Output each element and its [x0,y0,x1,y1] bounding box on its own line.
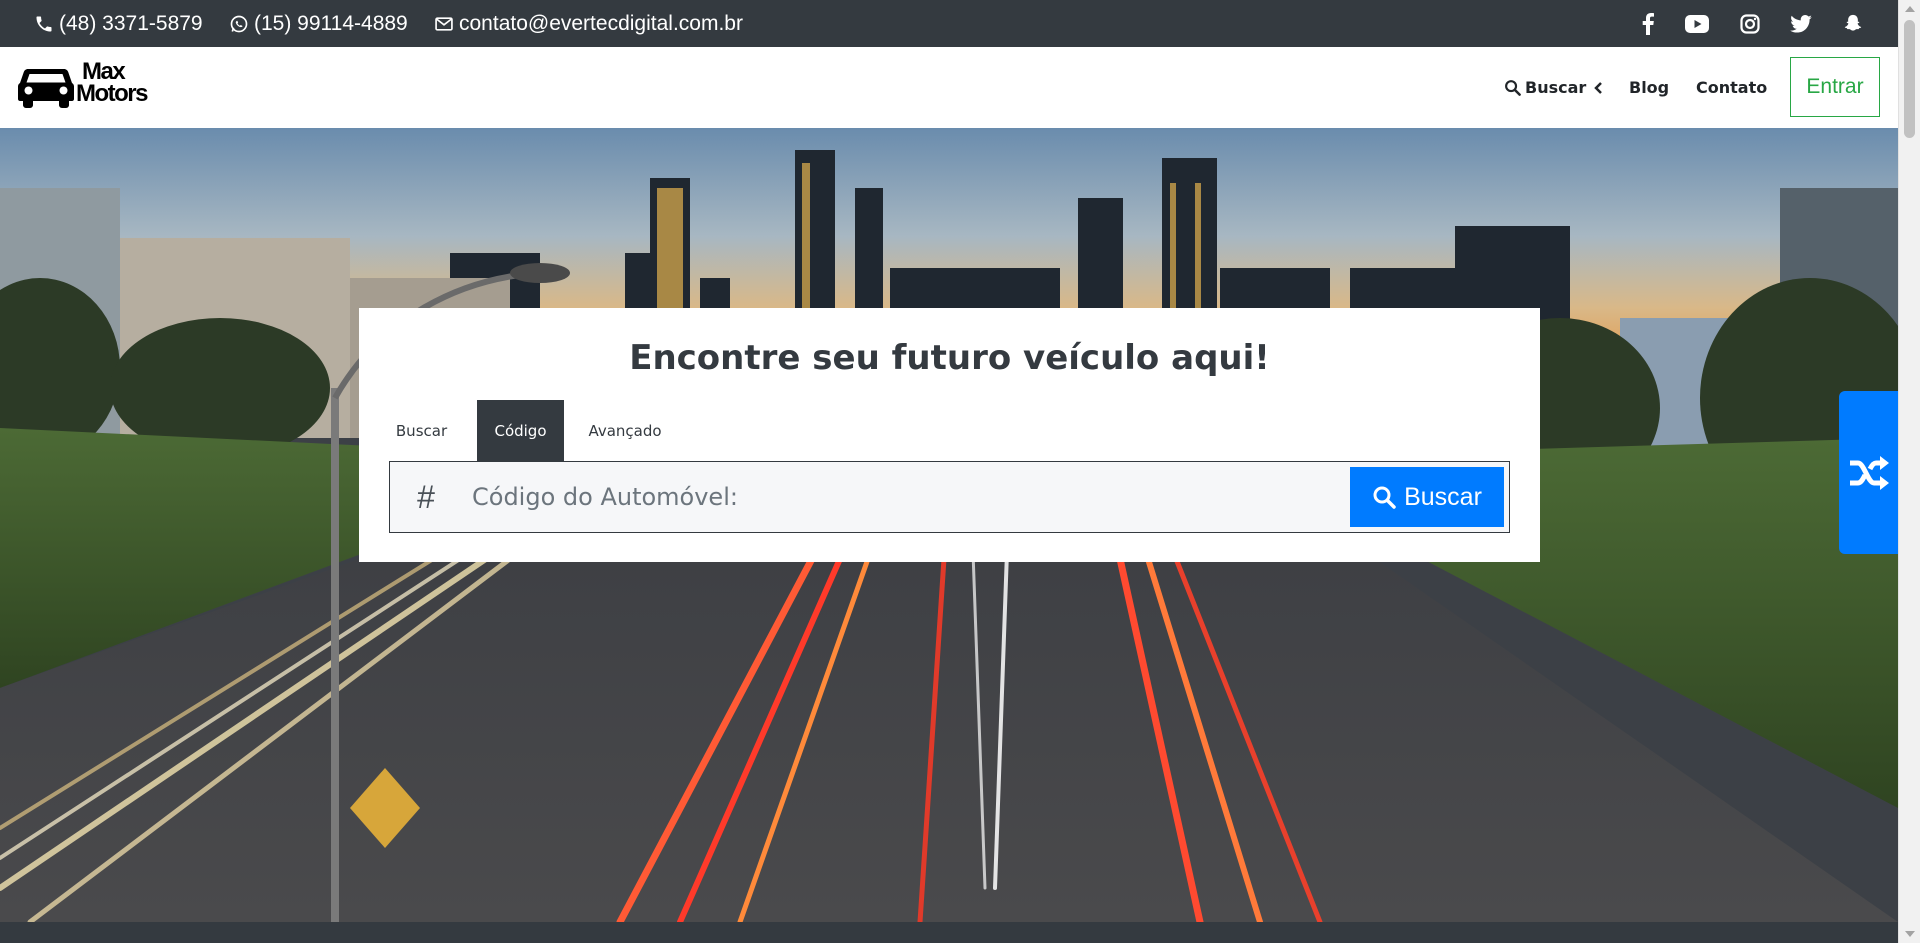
vehicle-search-card: Encontre seu futuro veículo aqui! Buscar… [359,308,1540,562]
scroll-up-arrow[interactable] [1905,6,1915,12]
tab-avancado[interactable]: Avançado [572,400,678,461]
site-logo[interactable]: Max Motors [18,60,174,113]
chevron-left-icon [1594,81,1603,94]
page-bottom-strip [0,922,1898,943]
whatsapp-number: (15) 99114-4889 [254,11,408,35]
youtube-icon[interactable] [1682,0,1712,47]
facebook-icon[interactable] [1633,0,1663,47]
login-button[interactable]: Entrar [1790,57,1880,117]
whatsapp-icon [230,15,248,32]
scroll-thumb[interactable] [1904,20,1915,138]
snapchat-icon[interactable] [1838,0,1868,47]
search-title: Encontre seu futuro veículo aqui! [629,338,1270,378]
email-contact[interactable]: contato@evertecdigital.com.br [434,0,743,47]
hash-prefix: # [417,478,435,515]
nav-contato[interactable]: Contato [1696,47,1767,128]
phone-contact[interactable]: (48) 3371-5879 [34,0,203,47]
nav-search-label: Buscar [1525,78,1587,97]
twitter-icon[interactable] [1786,0,1816,47]
main-navbar: Max Motors Buscar Blog Contato Entrar [0,47,1898,128]
phone-icon [36,16,52,31]
phone-number: (48) 3371-5879 [59,11,203,35]
car-icon [18,69,74,108]
whatsapp-contact[interactable]: (15) 99114-4889 [229,0,408,47]
vehicle-code-input[interactable] [472,470,1352,524]
email-address: contato@evertecdigital.com.br [459,11,743,35]
search-submit-label: Buscar [1404,482,1482,511]
search-icon [1373,486,1396,509]
scroll-down-arrow[interactable] [1905,931,1915,937]
random-vehicle-button[interactable] [1839,391,1898,554]
tab-buscar[interactable]: Buscar [384,400,459,461]
shuffle-icon [1849,455,1889,490]
code-search-form: # Buscar [389,461,1510,533]
nav-search-dropdown[interactable]: Buscar [1504,47,1603,128]
page-scrollbar[interactable] [1898,0,1920,943]
nav-blog[interactable]: Blog [1629,47,1669,128]
search-submit-button[interactable]: Buscar [1350,467,1504,527]
search-icon [1505,80,1521,96]
top-contact-bar: (48) 3371-5879 (15) 99114-4889 contato@e… [0,0,1898,47]
logo-line-2: Motors [76,80,149,107]
instagram-icon[interactable] [1735,0,1765,47]
tab-codigo[interactable]: Código [477,400,564,461]
envelope-icon [435,16,453,31]
